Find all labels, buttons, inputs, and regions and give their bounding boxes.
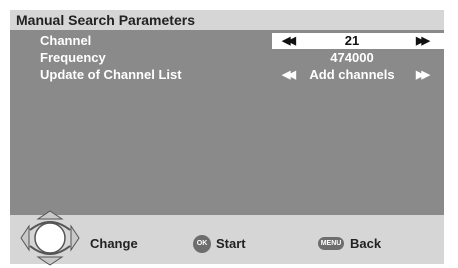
page-title: Manual Search Parameters — [16, 12, 195, 28]
start-label: Start — [216, 236, 246, 251]
param-value: 474000 — [330, 50, 374, 65]
ok-button-icon: OK — [193, 235, 211, 253]
back-label: Back — [350, 236, 382, 251]
dpad-icon — [20, 210, 80, 266]
param-label: Channel — [40, 33, 92, 48]
change-label: Change — [90, 236, 138, 251]
param-value: Add channels — [309, 67, 395, 82]
right-arrow-icon[interactable]: ▶▶ — [416, 67, 430, 83]
param-row-channel[interactable]: Channel ◀◀ 21 ▶▶ — [10, 33, 444, 49]
param-row-update-channel-list[interactable]: Update of Channel List ◀◀ Add channels ▶… — [10, 67, 444, 83]
param-label: Update of Channel List — [40, 67, 182, 82]
parameters-panel: Channel ◀◀ 21 ▶▶ Frequency 474000 Update… — [10, 30, 444, 215]
param-label: Frequency — [40, 50, 106, 65]
right-arrow-icon[interactable]: ▶▶ — [416, 33, 430, 49]
param-row-frequency[interactable]: Frequency 474000 — [10, 50, 444, 66]
menu-button-icon: MENU — [318, 237, 344, 250]
param-value: 21 — [344, 33, 360, 48]
